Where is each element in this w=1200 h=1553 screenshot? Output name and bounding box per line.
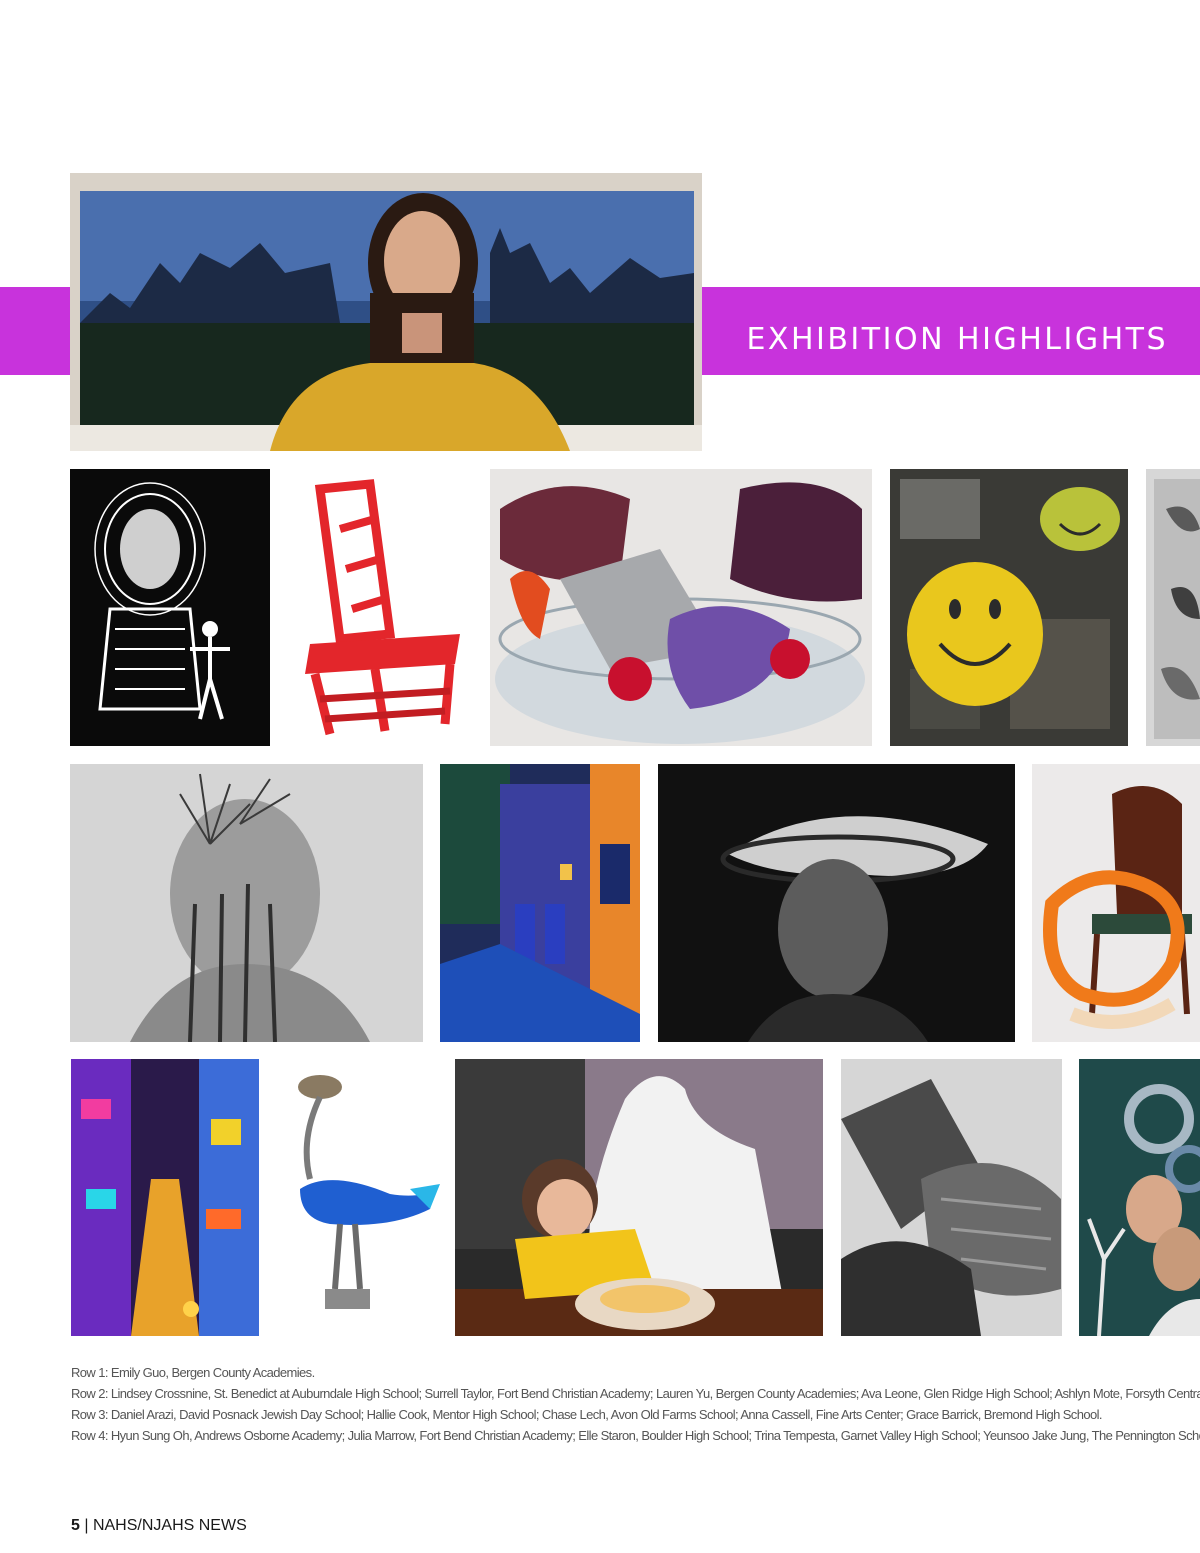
artwork-row3-wrapped-chair-sculpture (1032, 764, 1200, 1042)
captions: Row 1: Emily Guo, Bergen County Academie… (71, 1362, 1200, 1446)
publication-name: | NAHS/NJAHS NEWS (79, 1517, 247, 1534)
page-number: 5 (71, 1517, 80, 1534)
artwork-row2-smiley-balloons (890, 469, 1128, 746)
caption-row3: Row 3: Daniel Arazi, David Posnack Jewis… (71, 1407, 1102, 1422)
artwork-row4-child-eating-pasta (455, 1059, 823, 1336)
artwork-row2-puppeteer-linocut (70, 469, 270, 746)
caption-row2: Row 2: Lindsey Crossnine, St. Benedict a… (71, 1386, 1200, 1401)
artwork-row3-bw-portrait-boy (658, 764, 1015, 1042)
artwork-row1-girl-skyline (70, 173, 702, 451)
caption-row4: Row 4: Hyun Sung Oh, Andrews Osborne Aca… (71, 1428, 1200, 1443)
artwork-row4-graphite-armor-boots (841, 1059, 1062, 1336)
artwork-row2-glass-bowl-cabbage (490, 469, 872, 746)
caption-row1: Row 1: Emily Guo, Bergen County Academie… (71, 1365, 315, 1380)
page-title: EXHIBITION HIGHLIGHTS (746, 322, 1168, 357)
artwork-row2-red-chair-sculpture (280, 469, 480, 746)
artwork-row2-graphite-botanical (1146, 469, 1200, 746)
artwork-row3-night-street-painting (440, 764, 640, 1042)
artwork-row4-neon-city-street (71, 1059, 259, 1336)
page-footer: 5 | NAHS/NJAHS NEWS (71, 1517, 247, 1535)
artwork-row3-double-exposure-portrait (70, 764, 423, 1042)
artwork-row4-portraits-with-gears (1079, 1059, 1200, 1336)
artwork-row4-blue-bird-sculpture (270, 1059, 445, 1336)
